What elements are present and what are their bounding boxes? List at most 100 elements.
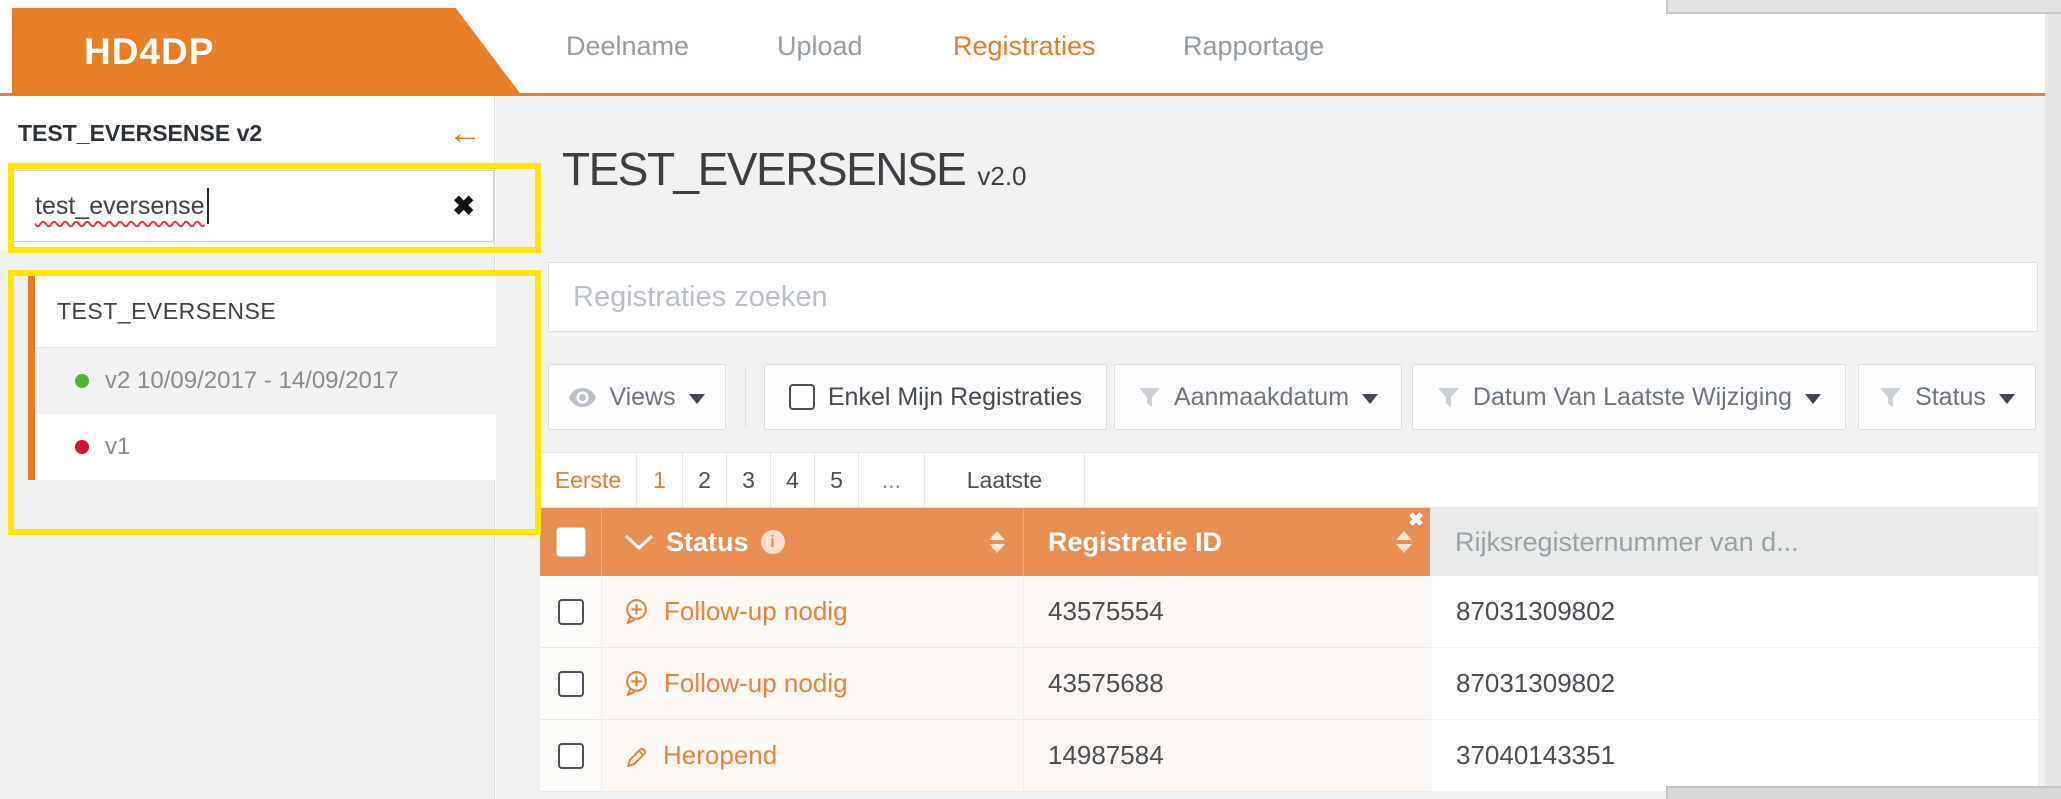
select-all-checkbox[interactable] — [555, 527, 586, 557]
text-cursor — [206, 188, 209, 224]
only-my-registrations-label: Enkel Mijn Registraties — [827, 382, 1083, 411]
filter-status-button[interactable]: Status — [1858, 364, 2036, 430]
filter-label: Aanmaakdatum — [1173, 382, 1350, 411]
row-rijksregisternummer-cell: 87031309802 — [1430, 576, 2038, 648]
pagination-page-3[interactable]: 3 — [727, 453, 771, 507]
chevron-down-icon — [1362, 393, 1379, 404]
info-icon — [760, 530, 785, 554]
registry-version-v2[interactable]: v2 10/09/2017 - 14/09/2017 — [35, 348, 535, 414]
column-header-rijksregisternummer[interactable]: Rijksregisternummer van d... — [1430, 508, 2038, 576]
rijksregisternummer: 87031309802 — [1456, 668, 1616, 698]
sidebar-search-input[interactable]: test_eversense ✖ — [12, 170, 494, 242]
chevron-down-icon — [624, 534, 654, 551]
row-registratie-id-cell: 43575554 — [1023, 576, 1430, 648]
filter-funnel-icon — [1138, 387, 1161, 408]
views-dropdown-button[interactable]: Views — [548, 364, 726, 430]
top-scrollbar-thumb[interactable] — [1666, 0, 2061, 14]
pagination-page-5[interactable]: 5 — [815, 453, 859, 507]
filter-separator — [745, 368, 746, 428]
registratie-id: 14987584 — [1048, 740, 1164, 770]
filter-label: Status — [1915, 382, 1986, 411]
filter-laatste-wijziging-button[interactable]: Datum Van Laatste Wijziging — [1412, 364, 1846, 430]
inactive-status-dot-icon — [75, 440, 89, 454]
column-label: Status — [666, 526, 749, 557]
select-all-cell — [540, 508, 601, 576]
column-label: Registratie ID — [1048, 526, 1223, 557]
registry-result-panel: TEST_EVERSENSE v2 10/09/2017 - 14/09/201… — [28, 276, 535, 480]
version-label: v1 — [105, 433, 131, 460]
page-title-version: v2.0 — [977, 161, 1027, 191]
sidebar-search-value: test_eversense — [35, 191, 205, 220]
row-checkbox[interactable] — [557, 742, 584, 769]
nav-rapportage[interactable]: Rapportage — [1183, 0, 1324, 93]
registrations-search-input[interactable] — [548, 262, 2038, 332]
filter-funnel-icon — [1437, 387, 1460, 408]
pagination-page-4[interactable]: 4 — [771, 453, 815, 507]
nav-registraties[interactable]: Registraties — [953, 0, 1096, 93]
sort-icon[interactable] — [989, 531, 1005, 553]
filter-label: Datum Van Laatste Wijziging — [1472, 382, 1793, 411]
rijksregisternummer: 87031309802 — [1456, 596, 1616, 626]
registry-result-item[interactable]: TEST_EVERSENSE — [35, 276, 535, 348]
back-arrow-icon[interactable]: ← — [448, 114, 482, 153]
table-row: Heropend 14987584 37040143351 — [540, 720, 2038, 792]
pagination-page-2[interactable]: 2 — [683, 453, 727, 507]
pagination-ellipsis: ... — [859, 453, 925, 507]
nav-upload[interactable]: Upload — [777, 0, 863, 93]
vertical-scrollbar-track[interactable] — [2045, 0, 2061, 799]
sidebar-registry-title: TEST_EVERSENSE v2 — [18, 120, 263, 146]
sort-icon[interactable] — [1396, 531, 1412, 553]
page-title: TEST_EVERSENSE v2.0 — [562, 142, 1027, 196]
registry-version-v1[interactable]: v1 — [35, 414, 535, 480]
pagination-page-1[interactable]: 1 — [637, 453, 683, 507]
row-select-cell — [540, 720, 601, 792]
views-label: Views — [609, 382, 676, 411]
table-row: Follow-up nodig 43575688 87031309802 — [540, 648, 2038, 720]
version-label: v2 10/09/2017 - 14/09/2017 — [105, 367, 399, 394]
registratie-id: 43575554 — [1048, 596, 1164, 626]
only-my-registrations-toggle[interactable]: Enkel Mijn Registraties — [764, 364, 1107, 430]
pagination-first[interactable]: Eerste — [540, 453, 637, 507]
row-rijksregisternummer-cell: 37040143351 — [1430, 720, 2038, 792]
row-registratie-id-cell: 43575688 — [1023, 648, 1430, 720]
chevron-down-icon — [1998, 393, 2015, 404]
row-rijksregisternummer-cell: 87031309802 — [1430, 648, 2038, 720]
pencil-icon — [622, 742, 650, 770]
horizontal-scrollbar-thumb[interactable] — [1666, 786, 2061, 799]
filter-aanmaakdatum-button[interactable]: Aanmaakdatum — [1114, 364, 1402, 430]
chevron-down-icon — [1805, 393, 1822, 404]
table-header: Status Registratie ID ✖ Rijksregisternum… — [540, 508, 2038, 576]
column-header-status[interactable]: Status — [601, 508, 1023, 576]
hd4dp-app: Deelname Upload Registraties Rapportage … — [0, 0, 2061, 799]
status-link[interactable]: Follow-up nodig — [664, 596, 848, 627]
row-select-cell — [540, 576, 601, 648]
row-select-cell — [540, 648, 601, 720]
row-checkbox[interactable] — [557, 670, 584, 697]
comment-plus-icon — [622, 597, 651, 626]
row-status-cell: Follow-up nodig — [601, 648, 1023, 720]
rijksregisternummer: 37040143351 — [1456, 740, 1616, 770]
eye-icon — [569, 387, 597, 407]
pagination-last[interactable]: Laatste — [925, 453, 1085, 507]
column-header-registratie-id[interactable]: Registratie ID ✖ — [1023, 508, 1430, 576]
table-row: Follow-up nodig 43575554 87031309802 — [540, 576, 2038, 648]
status-link[interactable]: Follow-up nodig — [664, 668, 848, 699]
clear-search-icon[interactable]: ✖ — [452, 191, 475, 222]
row-status-cell: Heropend — [601, 720, 1023, 792]
brand-logo: HD4DP — [84, 31, 215, 72]
status-link[interactable]: Heropend — [663, 740, 777, 771]
brand-banner: HD4DP — [12, 8, 522, 96]
row-checkbox[interactable] — [557, 598, 584, 625]
column-label: Rijksregisternummer van d... — [1455, 526, 1799, 557]
nav-deelname[interactable]: Deelname — [566, 0, 689, 93]
only-my-registrations-checkbox[interactable] — [788, 384, 815, 410]
row-registratie-id-cell: 14987584 — [1023, 720, 1430, 792]
comment-plus-icon — [622, 669, 651, 698]
page-title-text: TEST_EVERSENSE — [562, 143, 967, 195]
row-status-cell: Follow-up nodig — [601, 576, 1023, 648]
remove-column-icon[interactable]: ✖ — [1408, 511, 1424, 530]
chevron-down-icon — [688, 393, 705, 404]
filter-funnel-icon — [1879, 387, 1902, 408]
pagination-bar: Eerste 1 2 3 4 5 ... Laatste — [540, 452, 2038, 508]
active-status-dot-icon — [75, 374, 89, 388]
